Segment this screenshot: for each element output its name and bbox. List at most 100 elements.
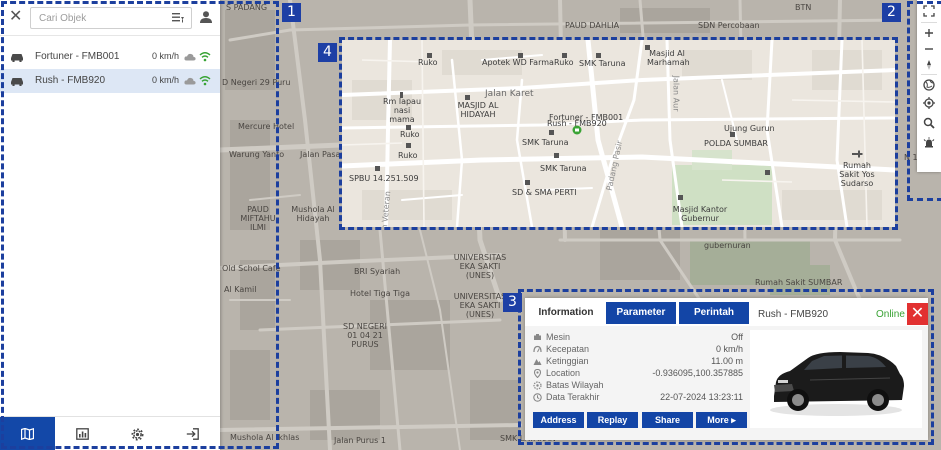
- map-label: UNIVERSITAS EKA SAKTI (UNES): [453, 253, 507, 281]
- speedometer-icon: [533, 345, 542, 353]
- map-focus-area[interactable]: Ruko Apotek WD Farma Ruko SMK Taruna Mas…: [342, 40, 895, 227]
- map-label: Ruko: [554, 58, 574, 67]
- vehicle-image: [750, 330, 922, 428]
- map-label: Mushola Al Ikhlas: [230, 433, 300, 442]
- geofence-icon: [533, 381, 542, 390]
- user-icon[interactable]: [199, 10, 213, 24]
- map-label: SD NEGERI 01 04 21 PURUS: [343, 322, 387, 350]
- map-label: Jalan Pasar: [300, 150, 344, 159]
- status-badge: Online: [876, 309, 905, 320]
- badge-1: 1: [282, 3, 301, 22]
- map-label: Mercure Hotel: [238, 122, 295, 131]
- nav-settings-button[interactable]: [110, 417, 165, 450]
- info-value: -0.936095,100.357885: [652, 368, 743, 378]
- map-label: Al Kamil: [224, 285, 257, 294]
- map-label: Rm lapau nasi mama: [382, 97, 422, 125]
- more-button[interactable]: More ▸: [696, 412, 747, 428]
- map-label: PAUD MIFTAHU ILMI: [240, 205, 276, 233]
- nav-map-button[interactable]: [0, 417, 55, 450]
- cloud-icon: [184, 53, 196, 61]
- share-button[interactable]: Share: [642, 412, 693, 428]
- gear-icon: [131, 428, 144, 441]
- vehicle-name: Rush - FMB920: [35, 75, 106, 86]
- map-label: SMK Taruna: [579, 59, 626, 68]
- map-label: Jalan Aur: [671, 75, 681, 112]
- search-field[interactable]: [30, 7, 192, 29]
- map-label: Ruko: [400, 130, 420, 139]
- search-bar: ✕: [0, 0, 220, 36]
- map-label: Rush - FMB920: [547, 119, 607, 128]
- compass-button[interactable]: [917, 56, 941, 74]
- nav-report-button[interactable]: [55, 417, 110, 450]
- map-label: Hotel Tiga Tiga: [350, 289, 410, 298]
- fullscreen-icon: [923, 5, 935, 17]
- fullscreen-button[interactable]: [917, 2, 941, 20]
- cloud-icon: [184, 77, 196, 85]
- map-label: BTN: [795, 3, 812, 12]
- filter-list-icon[interactable]: [171, 11, 185, 25]
- tab-parameter[interactable]: Parameter: [606, 302, 676, 324]
- pin-icon: [533, 369, 542, 378]
- badge-4: 4: [318, 43, 337, 62]
- info-row-batas-wilayah: Batas Wilayah: [531, 380, 743, 391]
- clock-icon: [533, 393, 542, 402]
- info-rows: Mesin Off Kecepatan 0 km/h Ketinggian 11…: [531, 332, 743, 412]
- info-tabs: Information Parameter Perintah Rush - FM…: [525, 298, 928, 326]
- map-label: Rumah Sakit Yos Sudarso: [839, 161, 875, 189]
- engine-icon: [534, 334, 541, 340]
- map-label: Ruko: [418, 58, 438, 67]
- tab-perintah[interactable]: Perintah: [679, 302, 749, 324]
- info-row-kecepatan: Kecepatan 0 km/h: [531, 344, 743, 355]
- info-label: Data Terakhir: [546, 392, 600, 402]
- close-panel-button[interactable]: ✕: [907, 303, 928, 325]
- map-label: Rumah Sakit SUMBAR: [755, 278, 843, 287]
- vehicle-info-panel: Information Parameter Perintah Rush - FM…: [525, 298, 928, 440]
- layer-button[interactable]: [917, 76, 941, 94]
- car-icon: [11, 54, 23, 62]
- logout-icon: [186, 428, 199, 440]
- vehicle-title: Rush - FMB920: [758, 309, 829, 320]
- map-label: D Negeri 29 Puru: [222, 78, 291, 87]
- map-label: SMK Taruna: [540, 164, 587, 173]
- map-label: Ruko: [398, 151, 418, 160]
- map-label: SD & SMA PERTI: [512, 188, 577, 197]
- search-input[interactable]: [39, 11, 159, 26]
- info-value: 0 km/h: [715, 344, 743, 354]
- info-row-location: Location -0.936095,100.357885: [531, 368, 743, 379]
- zoom-in-icon: [925, 29, 933, 37]
- map-label: S PADANG: [226, 3, 268, 12]
- map-label: PAUD DAHLIA: [565, 21, 620, 30]
- compass-icon: [927, 60, 931, 70]
- map-toolbar: [917, 0, 941, 172]
- map-label: Warung Yanto: [229, 150, 285, 159]
- info-row-mesin: Mesin Off: [531, 332, 743, 343]
- map-label: SPBU 14.251.509: [349, 174, 419, 183]
- map-icon: [21, 428, 34, 440]
- replay-button[interactable]: Replay: [587, 412, 638, 428]
- info-value: 22-07-2024 13:23:11: [660, 392, 743, 402]
- map-label: SDN Percobaan: [698, 21, 760, 30]
- locate-button[interactable]: [917, 94, 941, 112]
- alarm-button[interactable]: [917, 134, 941, 152]
- alarm-icon: [923, 137, 935, 148]
- close-icon[interactable]: ✕: [9, 9, 23, 25]
- address-button[interactable]: Address: [533, 412, 584, 428]
- separator: [921, 22, 937, 23]
- map-label: Old Schol Cafe: [222, 264, 281, 273]
- map-label: Masjid Kantor Gubernur: [672, 205, 728, 224]
- map-label: Mushola Al Hidayah: [291, 205, 335, 224]
- map-label: Jalan Purus 1: [334, 436, 386, 445]
- vehicle-speed: 0 km/h: [151, 75, 179, 85]
- search-map-button[interactable]: [917, 114, 941, 132]
- tab-information[interactable]: Information: [531, 302, 601, 324]
- signal-icon: [199, 76, 211, 86]
- vehicle-list-item[interactable]: Rush - FMB920 0 km/h: [0, 69, 220, 93]
- info-value: Off: [731, 332, 743, 342]
- map-label: BRI Syariah: [354, 267, 401, 276]
- nav-logout-button[interactable]: [165, 417, 220, 450]
- search-icon: [923, 117, 935, 129]
- badge-2: 2: [882, 3, 901, 22]
- map-label: Masjid Al Marhamah: [647, 49, 690, 68]
- vehicle-speed: 0 km/h: [151, 51, 179, 61]
- vehicle-list-item[interactable]: Fortuner - FMB001 0 km/h: [0, 45, 220, 69]
